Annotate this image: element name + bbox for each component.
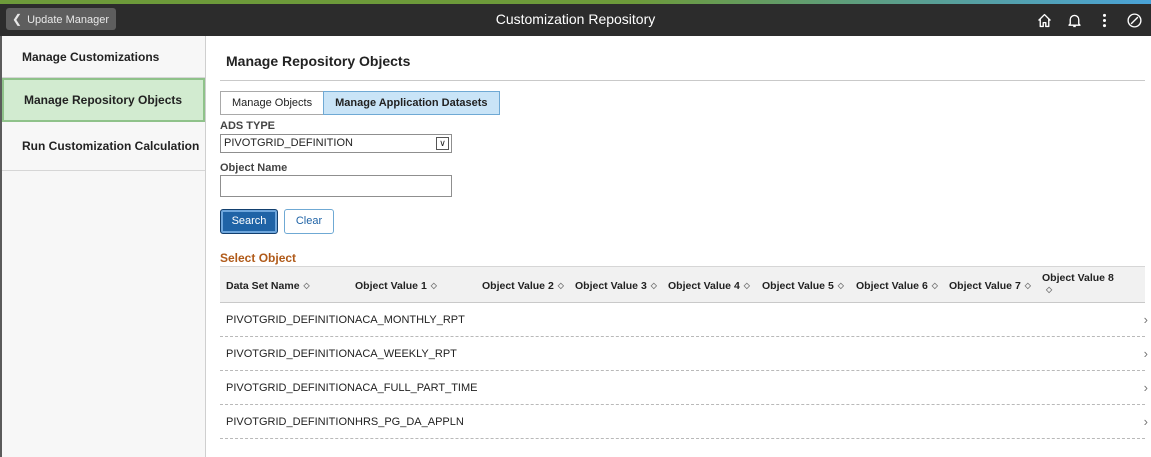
sidebar-navigation: Manage Customizations Manage Repository … xyxy=(2,36,206,457)
sidebar-item-label: Manage Repository Objects xyxy=(24,93,183,107)
brand-accent-stripe xyxy=(0,0,1151,4)
sidebar-item-label: Run Customization Calculation xyxy=(22,139,200,153)
ads-type-value: PIVOTGRID_DEFINITION xyxy=(224,137,353,149)
bell-icon[interactable] xyxy=(1061,8,1087,32)
object-name-label: Object Name xyxy=(220,162,288,174)
cell-object-value-1: ACA_MONTHLY_RPT xyxy=(355,314,465,326)
table-row[interactable]: PIVOTGRID_DEFINITION ACA_WEEKLY_RPT › xyxy=(220,337,1148,371)
tab-manage-objects[interactable]: Manage Objects xyxy=(220,91,325,115)
clear-button[interactable]: Clear xyxy=(284,209,334,234)
column-header-object-value-8[interactable]: Object Value 8 ◇ xyxy=(1042,267,1114,304)
ads-type-select[interactable]: PIVOTGRID_DEFINITION ∨ xyxy=(220,134,452,153)
table-row[interactable]: PIVOTGRID_DEFINITION ACA_FULL_PART_TIME … xyxy=(220,371,1148,405)
section-title-select-object: Select Object xyxy=(220,251,297,265)
cell-data-set-name: PIVOTGRID_DEFINITION xyxy=(226,348,355,360)
column-header-object-value-7[interactable]: Object Value 7 ◇ xyxy=(949,267,1031,304)
page-title: Manage Repository Objects xyxy=(226,53,411,69)
chevron-right-icon[interactable]: › xyxy=(1144,380,1148,395)
column-header-label: Object Value 8 xyxy=(1042,272,1114,284)
header-actions xyxy=(1027,8,1147,32)
column-header-label: Object Value 3 xyxy=(575,279,647,292)
cell-data-set-name: PIVOTGRID_DEFINITION xyxy=(226,416,355,428)
chevron-right-icon[interactable]: › xyxy=(1144,312,1148,327)
sort-icon: ◇ xyxy=(1024,281,1031,290)
app-title: Customization Repository xyxy=(495,11,656,27)
column-header-object-value-4[interactable]: Object Value 4 ◇ xyxy=(668,267,750,304)
column-header-label: Data Set Name xyxy=(226,279,300,292)
cell-object-value-1: HRS_PG_DA_APPLN xyxy=(355,416,464,428)
tab-manage-application-datasets[interactable]: Manage Application Datasets xyxy=(323,91,500,115)
sort-icon: ◇ xyxy=(650,281,657,290)
chevron-down-icon: ∨ xyxy=(436,137,449,150)
chevron-right-icon[interactable]: › xyxy=(1144,414,1148,429)
column-header-label: Object Value 2 xyxy=(482,279,554,292)
column-header-label: Object Value 1 xyxy=(355,279,427,292)
sort-icon: ◇ xyxy=(430,281,437,290)
column-header-object-value-3[interactable]: Object Value 3 ◇ xyxy=(575,267,657,304)
sort-icon: ◇ xyxy=(743,281,750,290)
column-header-object-value-5[interactable]: Object Value 5 ◇ xyxy=(762,267,844,304)
table-row[interactable]: PIVOTGRID_DEFINITION HRS_PG_DA_APPLN › xyxy=(220,405,1148,439)
sort-icon: ◇ xyxy=(557,281,564,290)
sort-icon: ◇ xyxy=(931,281,938,290)
object-name-input[interactable] xyxy=(220,175,452,197)
grid-header: Data Set Name ◇ Object Value 1 ◇ Object Va… xyxy=(220,266,1145,303)
column-header-object-value-6[interactable]: Object Value 6 ◇ xyxy=(856,267,938,304)
home-icon[interactable] xyxy=(1031,8,1057,32)
navbar-compass-icon[interactable] xyxy=(1121,8,1147,32)
column-header-object-value-2[interactable]: Object Value 2 ◇ xyxy=(482,267,564,304)
search-button[interactable]: Search xyxy=(220,209,278,234)
title-divider xyxy=(220,80,1145,81)
cell-object-value-1: ACA_FULL_PART_TIME xyxy=(355,382,478,394)
cell-data-set-name: PIVOTGRID_DEFINITION xyxy=(226,314,355,326)
sort-icon: ◇ xyxy=(1046,285,1053,294)
segmented-tabs: Manage Objects Manage Application Datase… xyxy=(220,91,500,115)
column-header-label: Object Value 6 xyxy=(856,279,928,292)
column-header-object-value-1[interactable]: Object Value 1 ◇ xyxy=(355,267,437,304)
ads-type-label: ADS TYPE xyxy=(220,120,276,132)
sidebar-item-manage-repository-objects[interactable]: Manage Repository Objects xyxy=(2,78,205,122)
column-header-data-set-name[interactable]: Data Set Name ◇ xyxy=(226,267,310,304)
chevron-right-icon[interactable]: › xyxy=(1144,346,1148,361)
sidebar-item-label: Manage Customizations xyxy=(22,49,160,64)
top-navigation-bar: ❮ Update Manager Customization Repository xyxy=(0,0,1151,36)
more-vertical-icon[interactable] xyxy=(1091,8,1117,32)
table-row[interactable]: PIVOTGRID_DEFINITION ACA_MONTHLY_RPT › xyxy=(220,303,1148,337)
sidebar-item-manage-customizations[interactable]: Manage Customizations xyxy=(2,36,205,78)
cell-object-value-1: ACA_WEEKLY_RPT xyxy=(355,348,457,360)
column-header-label: Object Value 5 xyxy=(762,279,834,292)
column-header-label: Object Value 4 xyxy=(668,279,740,292)
results-grid: Data Set Name ◇ Object Value 1 ◇ Object Va… xyxy=(220,266,1148,439)
sort-icon: ◇ xyxy=(837,281,844,290)
column-header-label: Object Value 7 xyxy=(949,279,1021,292)
sidebar-item-run-customization-calculation[interactable]: Run Customization Calculation xyxy=(2,122,205,171)
sort-icon: ◇ xyxy=(303,281,310,290)
cell-data-set-name: PIVOTGRID_DEFINITION xyxy=(226,382,355,394)
